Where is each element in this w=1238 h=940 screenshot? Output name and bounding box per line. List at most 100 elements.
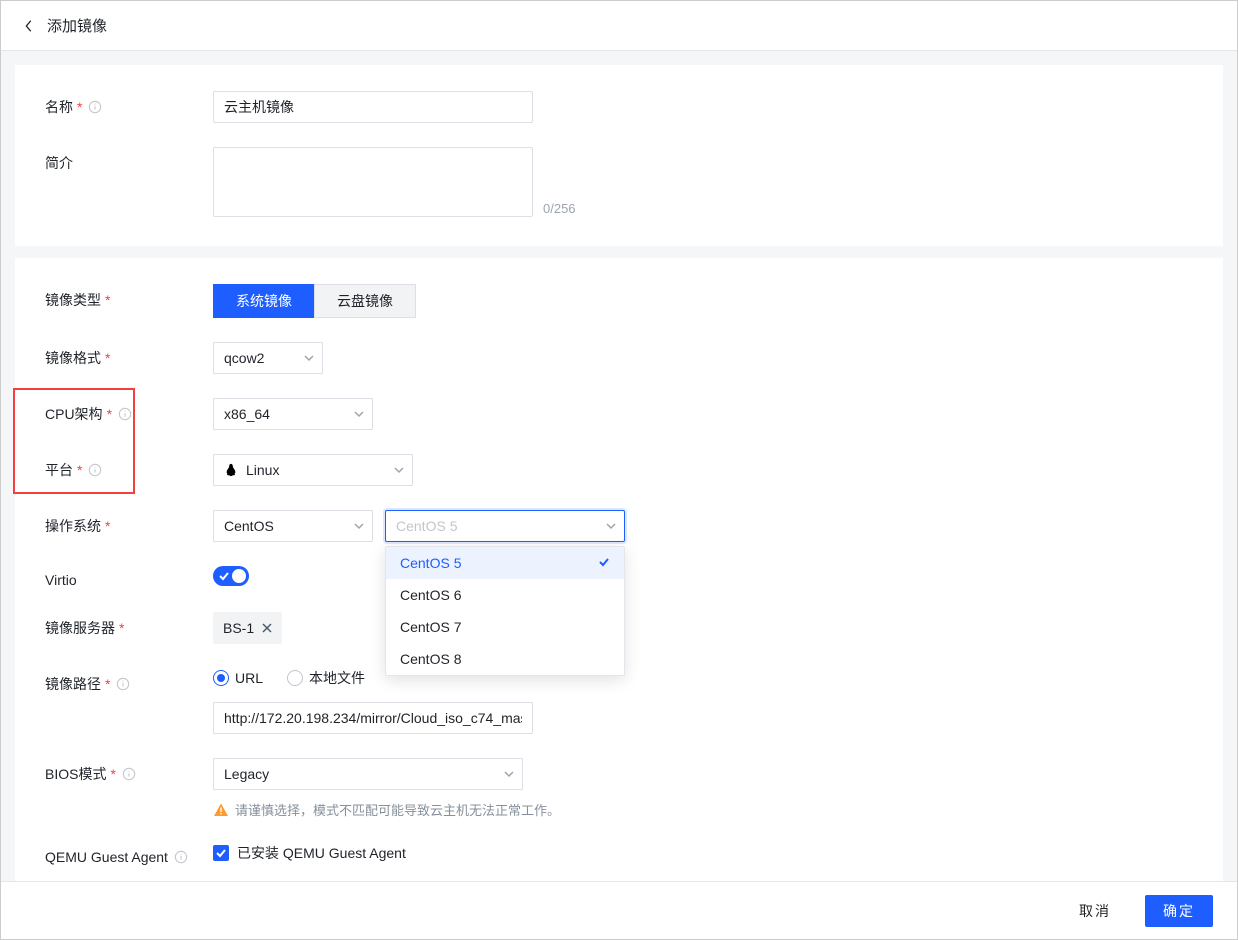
row-image-type: 镜像类型 * 系统镜像 云盘镜像	[45, 284, 1193, 318]
label-format-text: 镜像格式	[45, 348, 101, 368]
label-virtio: Virtio	[45, 566, 213, 588]
tag-text: BS-1	[223, 620, 254, 636]
row-qemu: QEMU Guest Agent 已安装 QEMU Guest Agent	[45, 843, 1193, 865]
chevron-down-icon	[394, 462, 404, 478]
label-os: 操作系统 *	[45, 510, 213, 536]
confirm-button[interactable]: 确定	[1145, 895, 1213, 927]
os-version-dropdown: CentOS 5 CentOS 6 CentOS 7 CentOS 8	[385, 546, 625, 676]
card-image: 镜像类型 * 系统镜像 云盘镜像 镜像格式 * q	[15, 258, 1223, 881]
cpu-value: x86_64	[224, 406, 270, 422]
os-version-option[interactable]: CentOS 5	[386, 547, 624, 579]
label-name: 名称 *	[45, 91, 213, 117]
bios-warning-text: 请谨慎选择，模式不匹配可能导致云主机无法正常工作。	[235, 800, 560, 819]
check-icon	[598, 555, 610, 571]
warning-icon	[213, 802, 229, 818]
label-cpu-text: CPU架构	[45, 404, 103, 424]
required-mark: *	[105, 676, 110, 692]
qemu-checkbox[interactable]	[213, 845, 229, 861]
format-select[interactable]: qcow2	[213, 342, 323, 374]
option-text: CentOS 8	[400, 651, 461, 667]
required-mark: *	[110, 766, 115, 782]
bios-select[interactable]: Legacy	[213, 758, 523, 790]
label-qemu: QEMU Guest Agent	[45, 843, 213, 865]
option-text: CentOS 6	[400, 587, 461, 603]
server-tag[interactable]: BS-1	[213, 612, 282, 644]
modal-container: 添加镜像 名称 * 简介	[0, 0, 1238, 940]
label-virtio-text: Virtio	[45, 572, 77, 588]
label-server-text: 镜像服务器	[45, 618, 115, 638]
desc-textarea[interactable]	[213, 147, 533, 217]
page-title: 添加镜像	[47, 15, 107, 36]
row-os: 操作系统 * CentOS CentOS 5 CentO	[45, 510, 1193, 542]
label-format: 镜像格式 *	[45, 342, 213, 368]
modal-header: 添加镜像	[1, 1, 1237, 51]
check-icon	[219, 571, 229, 581]
close-icon[interactable]	[262, 623, 272, 633]
platform-select[interactable]: Linux	[213, 454, 413, 486]
format-value: qcow2	[224, 350, 264, 366]
info-icon[interactable]	[88, 100, 102, 114]
linux-icon	[224, 463, 238, 477]
toggle-knob	[232, 569, 246, 583]
radio-local[interactable]: 本地文件	[287, 668, 365, 688]
row-bios: BIOS模式 * Legacy 请谨慎选择，模式不匹配可能导致云主机无法正常工作…	[45, 758, 1193, 819]
label-bios-text: BIOS模式	[45, 764, 106, 784]
os-version-option[interactable]: CentOS 7	[386, 611, 624, 643]
bios-value: Legacy	[224, 766, 269, 782]
required-mark: *	[119, 620, 124, 636]
os-version-option[interactable]: CentOS 8	[386, 643, 624, 675]
info-icon[interactable]	[174, 850, 188, 864]
required-mark: *	[77, 462, 82, 478]
required-mark: *	[77, 99, 82, 115]
label-path: 镜像路径 *	[45, 668, 213, 694]
cpu-select[interactable]: x86_64	[213, 398, 373, 430]
row-platform: 平台 * Linux	[45, 454, 1193, 486]
modal-footer: 取消 确定	[1, 881, 1237, 939]
image-type-segment: 系统镜像 云盘镜像	[213, 284, 416, 318]
virtio-toggle[interactable]	[213, 566, 249, 586]
info-icon[interactable]	[122, 767, 136, 781]
seg-system-image[interactable]: 系统镜像	[213, 284, 315, 318]
radio-dot	[287, 670, 303, 686]
os-select[interactable]: CentOS	[213, 510, 373, 542]
label-platform-text: 平台	[45, 460, 73, 480]
os-value: CentOS	[224, 518, 274, 534]
info-icon[interactable]	[116, 677, 130, 691]
row-format: 镜像格式 * qcow2	[45, 342, 1193, 374]
radio-dot	[213, 670, 229, 686]
option-text: CentOS 7	[400, 619, 461, 635]
label-desc-text: 简介	[45, 153, 73, 173]
path-input[interactable]	[213, 702, 533, 734]
radio-label: URL	[235, 670, 263, 686]
radio-label: 本地文件	[309, 668, 365, 688]
label-image-type-text: 镜像类型	[45, 290, 101, 310]
label-platform: 平台 *	[45, 454, 213, 480]
radio-url[interactable]: URL	[213, 670, 263, 686]
label-os-text: 操作系统	[45, 516, 101, 536]
label-bios: BIOS模式 *	[45, 758, 213, 784]
modal-body: 名称 * 简介 0/256	[1, 51, 1237, 881]
label-cpu: CPU架构 *	[45, 398, 213, 424]
option-text: CentOS 5	[400, 555, 461, 571]
row-cpu: CPU架构 * x86_64	[45, 398, 1193, 430]
chevron-down-icon	[354, 518, 364, 534]
char-count: 0/256	[543, 201, 576, 216]
platform-value: Linux	[246, 462, 279, 478]
required-mark: *	[105, 350, 110, 366]
row-desc: 简介 0/256	[45, 147, 1193, 220]
required-mark: *	[105, 292, 110, 308]
info-icon[interactable]	[88, 463, 102, 477]
name-input[interactable]	[213, 91, 533, 123]
row-path: 镜像路径 * URL 本地文件	[45, 668, 1193, 734]
label-server: 镜像服务器 *	[45, 612, 213, 638]
os-version-select[interactable]: CentOS 5	[385, 510, 625, 542]
seg-disk-image[interactable]: 云盘镜像	[314, 284, 416, 318]
info-icon[interactable]	[118, 407, 132, 421]
chevron-down-icon	[354, 406, 364, 422]
row-name: 名称 *	[45, 91, 1193, 123]
cancel-button[interactable]: 取消	[1061, 895, 1129, 927]
os-version-option[interactable]: CentOS 6	[386, 579, 624, 611]
required-mark: *	[107, 406, 112, 422]
back-icon[interactable]	[21, 18, 37, 34]
chevron-down-icon	[606, 518, 616, 534]
